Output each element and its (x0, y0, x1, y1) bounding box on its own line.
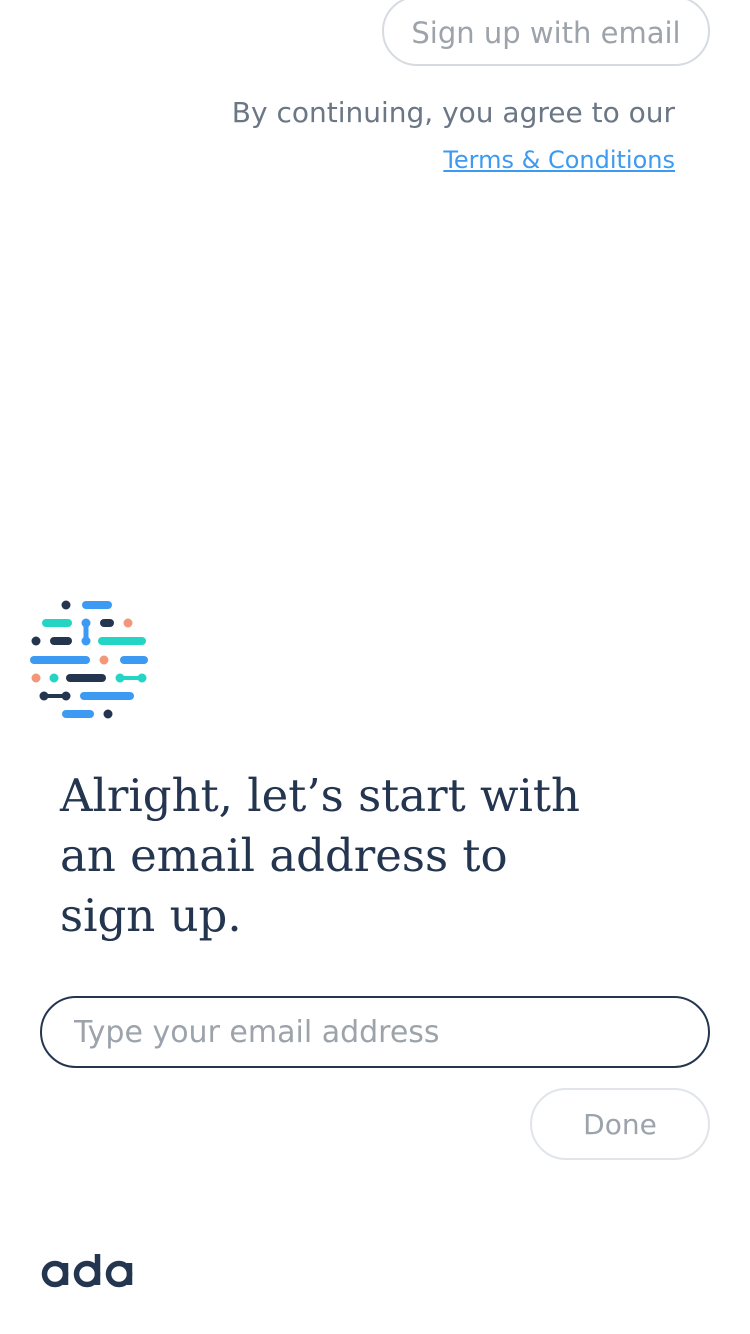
prompt-line: sign up. (60, 889, 242, 942)
done-button[interactable]: Done (530, 1088, 710, 1160)
ada-bot-logo-icon (30, 600, 148, 719)
prompt-line: an email address to (60, 829, 508, 882)
prompt-line: Alright, let’s start with (60, 769, 580, 822)
sign-up-with-email-button[interactable]: Sign up with email (382, 0, 710, 66)
ada-brand-logo (41, 1254, 133, 1288)
email-input[interactable] (40, 996, 710, 1068)
terms-and-conditions-link[interactable]: Terms & Conditions (443, 146, 675, 174)
assistant-prompt-message: Alright, let’s start with an email addre… (60, 766, 580, 946)
terms-agreement-text: By continuing, you agree to our (231, 96, 675, 129)
chat-screen: Sign up with email By continuing, you ag… (0, 0, 750, 1334)
